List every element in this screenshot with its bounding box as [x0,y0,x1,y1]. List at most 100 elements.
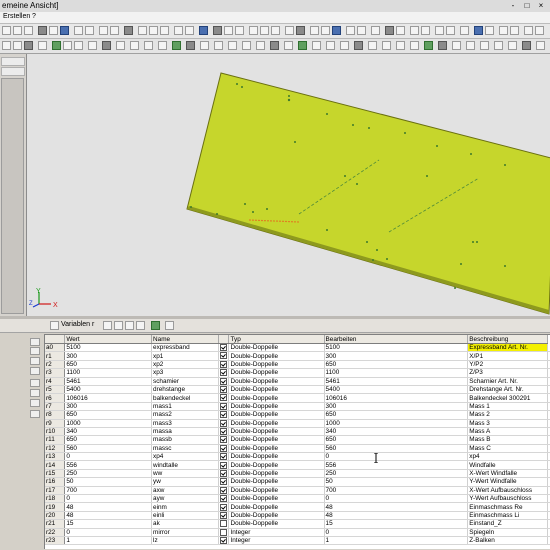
cell-bearb[interactable]: 560 [324,444,469,454]
cell-name[interactable]: massa [151,427,220,437]
toolbar-button[interactable] [13,41,22,50]
toolbar-button[interactable] [2,41,11,50]
cell-beschr[interactable]: Z/P3 [467,368,548,378]
cell-typ[interactable]: Integer [228,528,325,538]
table-row[interactable]: r23 1 lz Integer 1 Z-Balken [45,536,550,546]
cell-bearb[interactable]: 650 [324,410,469,420]
cell-name[interactable]: xp2 [151,360,220,370]
toolbar-button[interactable] [130,41,139,50]
row-checkbox[interactable] [220,360,228,368]
cell-bearb[interactable]: 0 [324,452,469,462]
row-checkbox[interactable] [220,386,228,393]
cell-wert[interactable]: 0 [64,528,153,538]
cell-name[interactable]: massc [151,444,220,454]
cell-wert[interactable]: 48 [64,502,153,512]
column-header-bearbeiten[interactable]: Bearbeiten [324,335,469,344]
delete-icon[interactable] [30,399,40,407]
toolbar-button[interactable] [74,41,83,50]
toolbar-button[interactable] [452,41,461,50]
cell-typ[interactable]: Double-Doppelle [228,427,325,437]
cell-name[interactable]: xp1 [151,351,220,361]
cell-wert[interactable]: 650 [64,435,153,445]
cell-beschr[interactable]: Einmaschmass Re [467,502,548,512]
toolbar-button[interactable] [160,26,169,35]
cell-beschr[interactable]: Mass 3 [467,419,548,428]
toolbar-button[interactable] [200,41,209,50]
cell-name[interactable]: schamier [151,377,220,386]
toolbar-button[interactable] [536,41,545,50]
toolbar-button[interactable] [296,26,305,35]
cell-wert[interactable]: 650 [64,360,153,370]
toolbar-button[interactable] [124,26,133,35]
table-row[interactable]: r2 650 xp2 Double-Doppelle 650 Y/P2 [45,360,550,370]
formula-button[interactable] [165,321,174,330]
cell-name[interactable]: mirror [151,528,220,538]
toolbar-button[interactable] [340,41,349,50]
row-checkbox-cell[interactable] [218,427,230,437]
row-checkbox[interactable] [220,486,228,494]
cell-typ[interactable]: Double-Doppelle [228,419,325,428]
row-checkbox[interactable] [220,352,228,360]
cell-name[interactable]: ayw [151,494,220,504]
cell-beschr[interactable]: Einstand_Z [467,519,548,529]
row-checkbox-cell[interactable] [218,368,230,378]
cell-typ[interactable]: Double-Doppelle [228,360,325,370]
toolbar-button[interactable] [396,41,405,50]
toolbar-button[interactable] [102,41,111,50]
table-row[interactable]: r7 300 mass1 Double-Doppelle 300 Mass 1 [45,402,550,412]
row-checkbox[interactable] [220,344,228,351]
toolbar-button[interactable] [508,41,517,50]
table-row[interactable]: r15 250 ww Double-Doppelle 250 X-Wert Windfal… [45,469,550,479]
cell-typ[interactable]: Double-Doppelle [228,452,325,462]
close-button[interactable]: × [534,0,548,11]
row-checkbox-cell[interactable] [218,511,230,521]
row-checkbox[interactable] [220,402,228,410]
cell-name[interactable]: lz [151,536,220,546]
row-checkbox-cell[interactable] [218,419,230,428]
table-row[interactable]: r6 106016 balkendeckel Double-Doppelle 10601… [45,393,550,403]
toolbar-button[interactable] [522,41,531,50]
toolbar-button[interactable] [346,26,355,35]
row-checkbox[interactable] [220,469,228,477]
row-checkbox[interactable] [220,520,228,528]
toolbar-button[interactable] [52,41,61,50]
row-checkbox[interactable] [220,411,228,418]
cell-name[interactable]: mass3 [151,419,220,428]
toolbar-button[interactable] [410,41,419,50]
cell-typ[interactable]: Double-Doppelle [228,368,325,378]
toolbar-button[interactable] [242,41,251,50]
cell-bearb[interactable]: 5400 [324,385,469,395]
row-checkbox-cell[interactable] [218,360,230,370]
toolbar-button[interactable] [271,26,280,35]
toolbar-button[interactable] [466,41,475,50]
cell-typ[interactable]: Double-Doppelle [228,502,325,512]
cell-name[interactable]: einm [151,502,220,512]
row-checkbox-cell[interactable] [218,528,230,538]
cell-beschr[interactable]: Spiegeln [467,528,548,538]
cell-beschr[interactable]: Windfalle [467,460,548,470]
table-row[interactable]: r12 560 massc Double-Doppelle 560 Mass C [45,444,550,454]
cell-wert[interactable]: 1000 [64,419,153,428]
row-checkbox[interactable] [220,428,228,435]
cell-beschr[interactable]: Expressband Art. Nr. [467,343,548,353]
cell-name[interactable]: massb [151,435,220,445]
toolbar-button[interactable] [499,26,508,35]
cell-bearb[interactable]: 1000 [324,419,469,428]
cell-name[interactable]: ww [151,469,220,479]
cell-beschr[interactable]: Y/P2 [467,360,548,370]
row-checkbox[interactable] [220,369,228,377]
cell-wert[interactable]: 5461 [64,377,153,386]
cell-bearb[interactable]: 15 [324,519,469,529]
toolbar-button[interactable] [85,26,94,35]
table-row[interactable]: r10 340 massa Double-Doppelle 340 Mass A [45,427,550,437]
toolbar-button[interactable] [63,41,72,50]
toolbar-button[interactable] [474,26,483,35]
toolbar-button[interactable] [270,41,279,50]
table-row[interactable]: r1 300 xp1 Double-Doppelle 300 X/P1 [45,351,550,361]
row-checkbox[interactable] [220,436,228,444]
row-checkbox-cell[interactable] [218,435,230,445]
toolbar-button[interactable] [410,26,419,35]
cell-bearb[interactable]: 48 [324,502,469,512]
toolbar-button[interactable] [260,26,269,35]
toolbar-button[interactable] [49,26,58,35]
